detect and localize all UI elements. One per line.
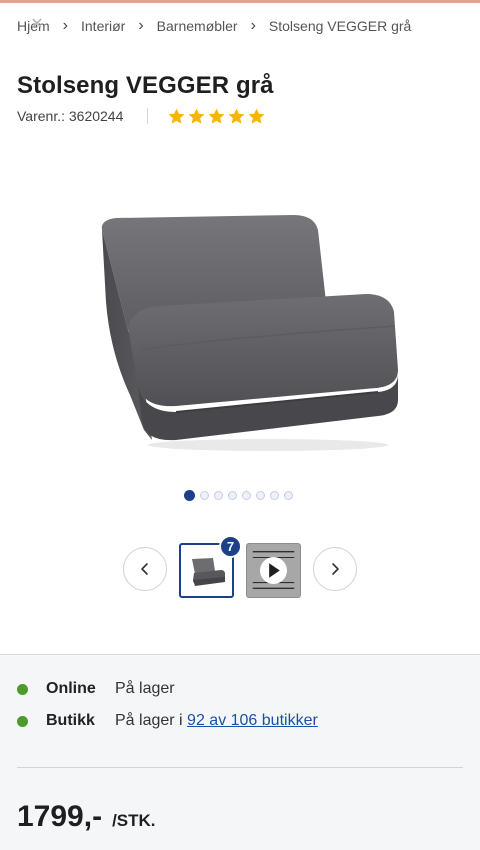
price-unit: /STK. [112,811,156,830]
breadcrumb-separator-icon [138,17,143,35]
availability-store: Butikk På lager i 92 av 106 butikker [17,710,318,732]
gallery-dot[interactable] [270,491,279,500]
chevron-left-icon [141,563,148,575]
thumbnail-video[interactable] [246,543,301,598]
gallery-dot[interactable] [228,491,237,500]
product-meta: Varenr.: 3620244 [17,106,266,126]
availability-online: Online På lager [17,678,175,700]
gallery-dot[interactable] [200,491,209,500]
gallery-dot[interactable] [284,491,293,500]
gallery-next-button[interactable] [313,547,357,591]
breadcrumb-home-label: Hjem [17,18,50,34]
star-icon [228,108,245,124]
gallery-prev-button[interactable] [123,547,167,591]
gallery-dot[interactable] [214,491,223,500]
gallery-dots [184,490,293,501]
breadcrumb: Hjem✕ Interiør Barnemøbler Stolseng VEGG… [17,16,411,36]
gallery-dot[interactable] [242,491,251,500]
in-stock-dot-icon [17,715,28,727]
play-icon [252,550,295,590]
top-accent-bar [0,0,480,3]
stock-status-prefix: På lager i [115,712,183,729]
star-icon [188,108,205,124]
chevron-right-icon [332,563,339,575]
meta-divider [147,108,149,124]
stock-status: På lager [115,680,175,697]
star-icon [248,108,265,124]
channel-label: Online [46,680,96,697]
breadcrumb-home[interactable]: Hjem ✕ [17,16,50,34]
price-value: 1799,- [17,800,103,833]
in-stock-dot-icon [17,683,28,695]
star-icon [168,108,185,124]
breadcrumb-separator-icon [63,17,68,35]
breadcrumb-current: Stolseng VEGGER grå [268,18,412,34]
gallery-dot[interactable] [256,491,265,500]
breadcrumb-children-furniture[interactable]: Barnemøbler [157,18,238,34]
price: 1799,- /STK. [17,800,156,834]
star-icon [208,108,225,124]
image-count-badge: 7 [219,535,242,558]
channel-label: Butikk [46,712,95,729]
breadcrumb-separator-icon [251,17,256,35]
stock-status: På lager i 92 av 106 butikker [115,712,318,730]
store-availability-link[interactable]: 92 av 106 butikker [187,712,318,729]
product-image[interactable] [80,190,410,460]
gallery-dot[interactable] [184,490,195,501]
sku-label: Varenr.: 3620244 [17,108,124,124]
product-title: Stolseng VEGGER grå [17,72,274,99]
breadcrumb-interior[interactable]: Interiør [81,18,125,34]
section-divider [17,767,463,768]
rating-stars[interactable] [167,107,266,126]
